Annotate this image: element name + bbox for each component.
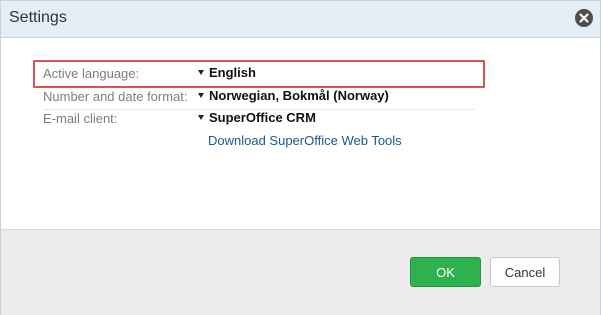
close-icon[interactable] <box>575 9 593 27</box>
email-client-value: SuperOffice CRM <box>209 110 316 125</box>
number-date-format-label: Number and date format: <box>43 89 188 104</box>
cancel-button[interactable]: Cancel <box>490 257 560 287</box>
dialog-footer: OK Cancel <box>1 229 600 315</box>
setting-row-number-date-format: Number and date format: Norwegian, Bokmå… <box>43 87 475 110</box>
settings-content: Active language: English Number and date… <box>1 38 600 228</box>
settings-dialog: Settings Active language: English Number… <box>0 0 601 315</box>
caret-down-icon <box>198 93 204 98</box>
active-language-dropdown[interactable]: English <box>198 65 256 80</box>
dialog-titlebar: Settings <box>1 1 600 38</box>
number-date-format-dropdown[interactable]: Norwegian, Bokmål (Norway) <box>198 88 389 103</box>
number-date-format-value: Norwegian, Bokmål (Norway) <box>209 88 389 103</box>
download-web-tools-link[interactable]: Download SuperOffice Web Tools <box>208 133 402 148</box>
caret-down-icon <box>198 115 204 120</box>
setting-row-active-language: Active language: English <box>43 64 475 87</box>
ok-button[interactable]: OK <box>410 257 481 287</box>
email-client-dropdown[interactable]: SuperOffice CRM <box>198 110 316 125</box>
dialog-title: Settings <box>9 9 67 26</box>
caret-down-icon <box>198 70 204 75</box>
active-language-value: English <box>209 65 256 80</box>
setting-row-email-client: E-mail client: SuperOffice CRM <box>43 109 475 131</box>
email-client-label: E-mail client: <box>43 111 118 126</box>
active-language-label: Active language: <box>43 66 140 81</box>
